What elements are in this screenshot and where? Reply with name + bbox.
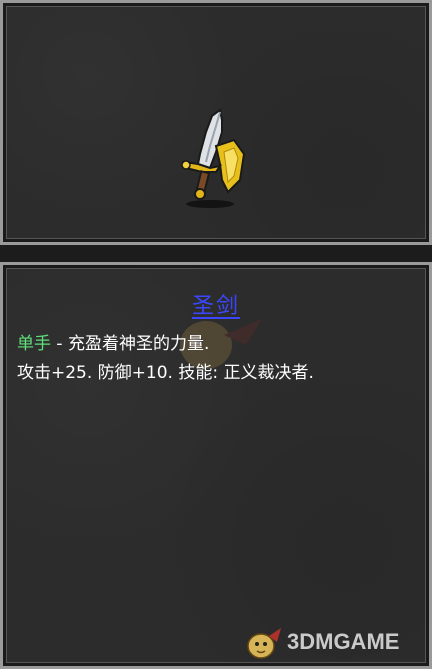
watermark: 3DMGAME <box>243 620 399 664</box>
item-name: 圣剑 <box>191 294 240 319</box>
holy-sword-icon <box>181 108 246 208</box>
panel-divider <box>0 245 432 262</box>
mascot-logo-icon <box>247 628 281 659</box>
item-flavor-text: 充盈着神圣的力量. <box>67 334 210 354</box>
item-stats-line: 攻击+25. 防御+10. 技能: 正义裁决者. <box>17 363 314 383</box>
item-type-label: 单手 <box>17 334 51 354</box>
watermark-text: 3DMGAME <box>287 629 400 654</box>
item-detail-screen: 圣剑 单手 - 充盈着神圣的力量. 攻击+25. 防御+10. 技能: 正义裁决… <box>0 0 432 669</box>
separator: - <box>51 334 68 354</box>
item-description-line: 单手 - 充盈着神圣的力量. <box>17 329 209 354</box>
